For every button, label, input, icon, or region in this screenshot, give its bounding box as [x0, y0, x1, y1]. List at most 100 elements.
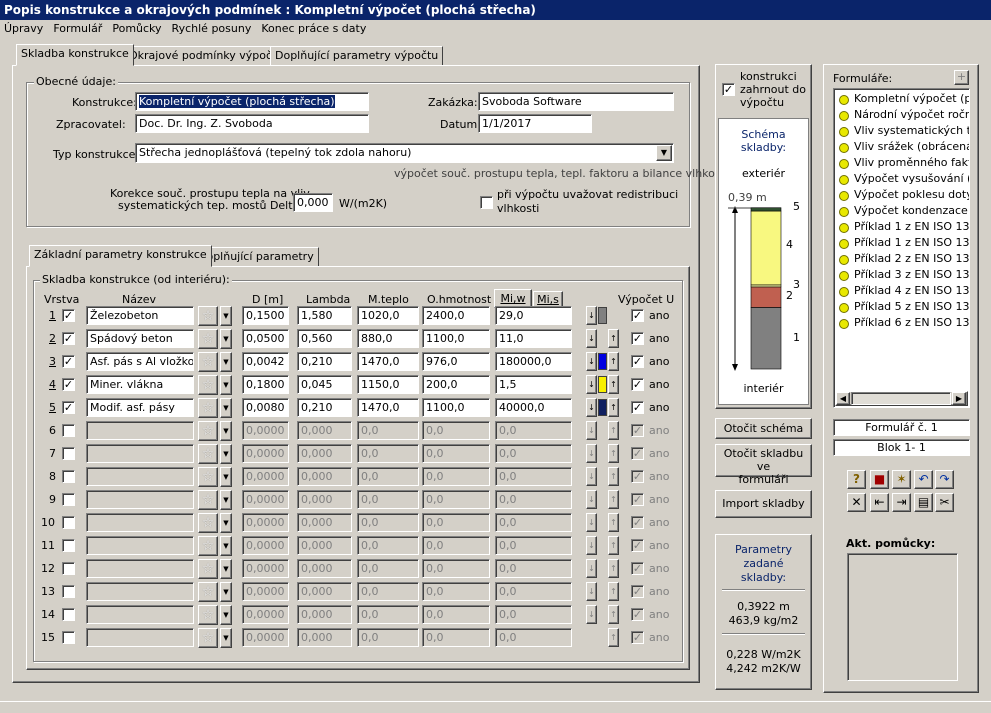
- row-mi-field[interactable]: 0,0: [495, 559, 572, 578]
- row-mteplo-field[interactable]: 0,0: [357, 605, 419, 624]
- row-mi-field[interactable]: 0,0: [495, 467, 572, 486]
- row-lambda-field[interactable]: 0,000: [297, 513, 352, 532]
- row-d-field[interactable]: 0,0000: [242, 628, 289, 647]
- row-checkbox[interactable]: [62, 608, 75, 621]
- row-checkbox[interactable]: ✓: [62, 332, 75, 345]
- move-down-icon[interactable]: ↓: [586, 490, 597, 509]
- row-lambda-field[interactable]: 0,000: [297, 536, 352, 555]
- form-list-item[interactable]: Vliv srážek (obrácená s: [834, 139, 969, 155]
- row-mteplo-field[interactable]: 1020,0: [357, 306, 419, 325]
- form-list-item[interactable]: Příklad 4 z EN ISO 137: [834, 283, 969, 299]
- row-lambda-field[interactable]: 1,580: [297, 306, 352, 325]
- row-d-field[interactable]: 0,0000: [242, 559, 289, 578]
- chevron-down-icon[interactable]: ▼: [220, 513, 232, 533]
- row-u-checkbox[interactable]: ✓: [631, 539, 644, 552]
- move-up-icon[interactable]: ↑: [608, 421, 619, 440]
- row-mteplo-field[interactable]: 0,0: [357, 467, 419, 486]
- star-icon[interactable]: ☆: [198, 375, 218, 395]
- redo-icon[interactable]: ↷: [935, 470, 954, 489]
- row-checkbox[interactable]: [62, 470, 75, 483]
- tab-skladba[interactable]: Skladba konstrukce: [16, 44, 134, 66]
- row-lambda-field[interactable]: 0,000: [297, 490, 352, 509]
- move-up-icon[interactable]: ↑: [608, 559, 619, 578]
- row-mi-field[interactable]: 0,0: [495, 513, 572, 532]
- row-d-field[interactable]: 0,1500: [242, 306, 289, 325]
- row-lambda-field[interactable]: 0,210: [297, 352, 352, 371]
- row-mi-field[interactable]: 40000,0: [495, 398, 572, 417]
- row-checkbox[interactable]: [62, 585, 75, 598]
- row-ohmotnost-field[interactable]: 0,0: [422, 628, 490, 647]
- row-d-field[interactable]: 0,0000: [242, 467, 289, 486]
- row-name-field[interactable]: Spádový beton: [86, 329, 194, 348]
- row-ohmotnost-field[interactable]: 0,0: [422, 444, 490, 463]
- form-list-item[interactable]: Výpočet kondenzace v: [834, 203, 969, 219]
- row-lambda-field[interactable]: 0,000: [297, 605, 352, 624]
- move-down-icon[interactable]: ↓: [586, 352, 597, 371]
- korekce-field[interactable]: 0,000: [293, 193, 333, 212]
- tab-okrajove[interactable]: Okrajové podmínky výpočtu: [124, 46, 289, 66]
- star-icon[interactable]: ☆: [198, 306, 218, 326]
- typ-select[interactable]: Střecha jednoplášťová (tepelný tok zdola…: [135, 143, 674, 163]
- first-icon[interactable]: ⇤: [870, 493, 889, 512]
- row-ohmotnost-field[interactable]: 0,0: [422, 421, 490, 440]
- move-down-icon[interactable]: ↓: [586, 536, 597, 555]
- row-ohmotnost-field[interactable]: 0,0: [422, 582, 490, 601]
- help-icon[interactable]: ?: [847, 470, 866, 489]
- undo-icon[interactable]: ↶: [914, 470, 933, 489]
- row-ohmotnost-field[interactable]: 0,0: [422, 605, 490, 624]
- move-up-icon[interactable]: ↑: [608, 444, 619, 463]
- star-icon[interactable]: ☆: [198, 513, 218, 533]
- import-button[interactable]: Import skladby: [715, 490, 812, 518]
- scroll-track[interactable]: [851, 392, 951, 405]
- row-checkbox[interactable]: [62, 493, 75, 506]
- star-icon[interactable]: ☆: [198, 490, 218, 510]
- row-checkbox[interactable]: [62, 631, 75, 644]
- row-checkbox[interactable]: [62, 516, 75, 529]
- row-ohmotnost-field[interactable]: 0,0: [422, 513, 490, 532]
- row-ohmotnost-field[interactable]: 976,0: [422, 352, 490, 371]
- chevron-down-icon[interactable]: ▼: [220, 329, 232, 349]
- form-list-item[interactable]: Příklad 1 z EN ISO 137: [834, 219, 969, 235]
- rotate-form-button[interactable]: Otočit skladbu ve formuláři: [715, 444, 812, 486]
- row-name-field[interactable]: [86, 490, 194, 509]
- chevron-down-icon[interactable]: ▼: [220, 605, 232, 625]
- chevron-down-icon[interactable]: ▼: [220, 421, 232, 441]
- row-ohmotnost-field[interactable]: 0,0: [422, 490, 490, 509]
- row-mteplo-field[interactable]: 0,0: [357, 490, 419, 509]
- move-down-icon[interactable]: ↓: [586, 421, 597, 440]
- row-name-field[interactable]: [86, 444, 194, 463]
- scroll-right-icon[interactable]: ▶: [952, 392, 966, 405]
- row-u-checkbox[interactable]: ✓: [631, 493, 644, 506]
- move-down-icon[interactable]: ↓: [586, 467, 597, 486]
- subtab-zakladni[interactable]: Základní parametry konstrukce: [29, 245, 212, 267]
- star-icon[interactable]: ☆: [198, 444, 218, 464]
- row-mteplo-field[interactable]: 880,0: [357, 329, 419, 348]
- move-up-icon[interactable]: ↑: [608, 536, 619, 555]
- move-down-icon[interactable]: ↓: [586, 306, 597, 325]
- row-mi-field[interactable]: 0,0: [495, 536, 572, 555]
- move-down-icon[interactable]: ↓: [586, 375, 597, 394]
- row-lambda-field[interactable]: 0,000: [297, 444, 352, 463]
- row-u-checkbox[interactable]: ✓: [631, 378, 644, 391]
- row-checkbox[interactable]: [62, 539, 75, 552]
- move-down-icon[interactable]: ↓: [586, 605, 597, 624]
- menu-rychle-posuny[interactable]: Rychlé posuny: [168, 20, 256, 38]
- row-name-field[interactable]: [86, 513, 194, 532]
- chevron-down-icon[interactable]: ▼: [220, 536, 232, 556]
- row-mi-field[interactable]: 11,0: [495, 329, 572, 348]
- rotate-schema-button[interactable]: Otočit schéma: [715, 418, 812, 439]
- row-ohmotnost-field[interactable]: 0,0: [422, 536, 490, 555]
- move-up-icon[interactable]: ↑: [608, 582, 619, 601]
- row-u-checkbox[interactable]: ✓: [631, 355, 644, 368]
- row-u-checkbox[interactable]: ✓: [631, 562, 644, 575]
- forms-list[interactable]: Kompletní výpočet (plocNárodní výpočet r…: [833, 88, 970, 408]
- wizard-icon[interactable]: ✶: [892, 470, 911, 489]
- move-up-icon[interactable]: ↑: [608, 352, 619, 371]
- row-u-checkbox[interactable]: ✓: [631, 424, 644, 437]
- row-mteplo-field[interactable]: 1470,0: [357, 352, 419, 371]
- row-mi-field[interactable]: 0,0: [495, 582, 572, 601]
- form-list-item[interactable]: Vliv proměnného faktoru: [834, 155, 969, 171]
- row-ohmotnost-field[interactable]: 2400,0: [422, 306, 490, 325]
- tab-doplnujici[interactable]: Doplňující parametry výpočtu: [270, 46, 444, 66]
- row-mi-field[interactable]: 180000,0: [495, 352, 572, 371]
